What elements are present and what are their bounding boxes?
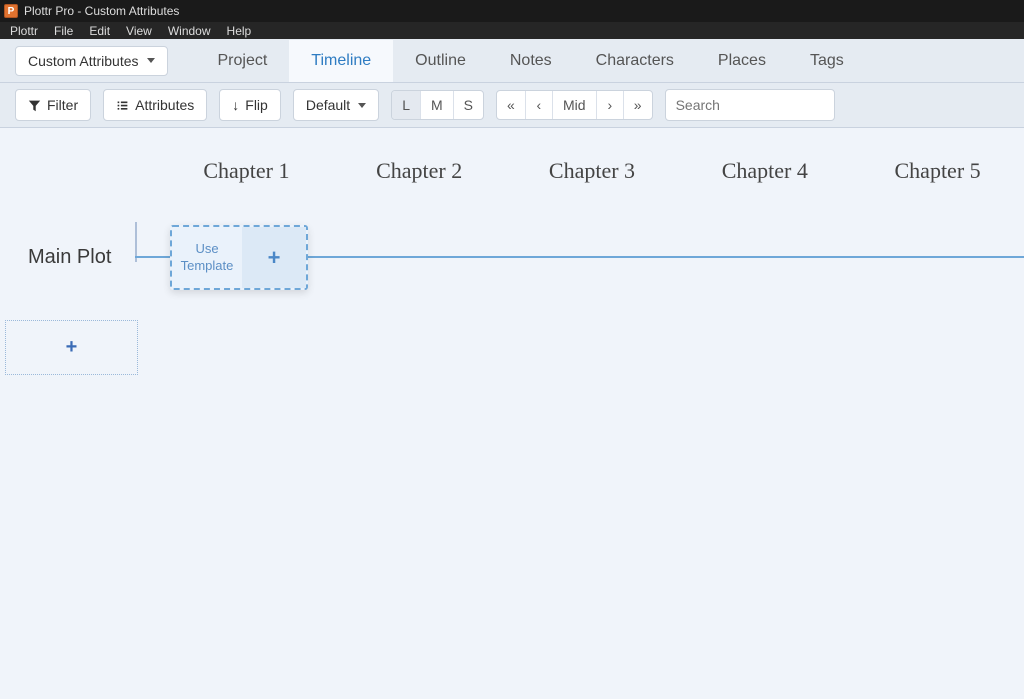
nav-last[interactable]: » — [623, 91, 652, 119]
add-scene-button[interactable]: + — [242, 227, 306, 288]
filter-button[interactable]: Filter — [15, 89, 91, 121]
menu-view[interactable]: View — [118, 24, 160, 38]
menu-plottr[interactable]: Plottr — [2, 24, 46, 38]
custom-attributes-label: Custom Attributes — [28, 53, 139, 69]
chapter-header[interactable]: Chapter 4 — [678, 158, 851, 184]
toolbar: Filter Attributes ↓ Flip Default L M S «… — [0, 83, 1024, 128]
plotline-label[interactable]: Main Plot — [28, 246, 111, 269]
flip-icon: ↓ — [232, 97, 239, 113]
default-label: Default — [306, 97, 350, 113]
chapter-headers: Chapter 1 Chapter 2 Chapter 3 Chapter 4 … — [160, 158, 1024, 184]
nav-segmented: « ‹ Mid › » — [496, 90, 653, 120]
tab-tags[interactable]: Tags — [788, 40, 866, 82]
nav-next[interactable]: › — [596, 91, 623, 119]
default-dropdown[interactable]: Default — [293, 89, 379, 121]
attributes-button[interactable]: Attributes — [103, 89, 207, 121]
tab-notes[interactable]: Notes — [488, 40, 574, 82]
list-icon — [116, 99, 129, 112]
chevron-left-icon: ‹ — [536, 97, 541, 113]
menu-file[interactable]: File — [46, 24, 81, 38]
titlebar: P Plottr Pro - Custom Attributes — [0, 0, 1024, 22]
tab-outline[interactable]: Outline — [393, 40, 488, 82]
filter-icon — [28, 99, 41, 112]
menu-window[interactable]: Window — [160, 24, 219, 38]
chapter-header[interactable]: Chapter 5 — [851, 158, 1024, 184]
nav-prev[interactable]: ‹ — [525, 91, 552, 119]
flip-label: Flip — [245, 97, 268, 113]
scene-card-empty[interactable]: Use Template + — [170, 225, 308, 290]
nav-first[interactable]: « — [497, 91, 525, 119]
app-icon: P — [4, 4, 18, 18]
chapter-header[interactable]: Chapter 1 — [160, 158, 333, 184]
window-title: Plottr Pro - Custom Attributes — [24, 4, 179, 18]
double-chevron-right-icon: » — [634, 97, 642, 113]
search-input[interactable] — [665, 89, 835, 121]
double-chevron-left-icon: « — [507, 97, 515, 113]
chapter-header[interactable]: Chapter 2 — [333, 158, 506, 184]
tab-project[interactable]: Project — [196, 40, 290, 82]
filter-label: Filter — [47, 97, 78, 113]
menu-help[interactable]: Help — [219, 24, 260, 38]
nav-mid[interactable]: Mid — [552, 91, 596, 119]
menu-edit[interactable]: Edit — [81, 24, 118, 38]
chevron-right-icon: › — [607, 97, 612, 113]
size-medium[interactable]: M — [420, 91, 453, 119]
size-large[interactable]: L — [392, 91, 420, 119]
flip-button[interactable]: ↓ Flip — [219, 89, 281, 121]
chapter-header[interactable]: Chapter 3 — [506, 158, 679, 184]
tabbar: Custom Attributes Project Timeline Outli… — [0, 39, 1024, 83]
size-small[interactable]: S — [453, 91, 483, 119]
size-segmented: L M S — [391, 90, 484, 120]
attributes-label: Attributes — [135, 97, 194, 113]
caret-down-icon — [358, 103, 366, 108]
custom-attributes-dropdown[interactable]: Custom Attributes — [15, 46, 168, 76]
add-plotline-button[interactable]: + — [5, 320, 138, 375]
use-template-button[interactable]: Use Template — [172, 227, 242, 288]
tab-places[interactable]: Places — [696, 40, 788, 82]
caret-down-icon — [147, 58, 155, 63]
menubar: Plottr File Edit View Window Help — [0, 22, 1024, 39]
timeline-canvas: Chapter 1 Chapter 2 Chapter 3 Chapter 4 … — [0, 128, 1024, 699]
tab-characters[interactable]: Characters — [574, 40, 696, 82]
tab-timeline[interactable]: Timeline — [289, 40, 393, 82]
